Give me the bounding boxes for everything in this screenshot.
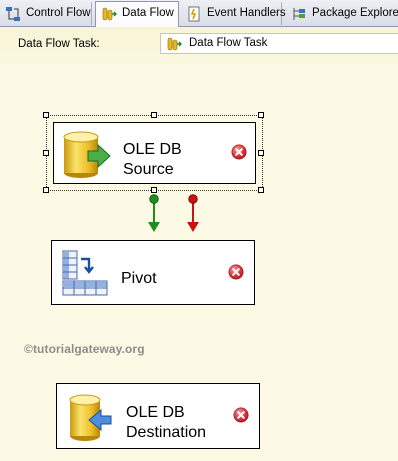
designer-tab-strip: Control Flow Data Flow Event Handlers Pa… [0, 0, 398, 27]
task-selector-bar: Data Flow Task: Data Flow Task [0, 27, 398, 64]
tab-event-handlers[interactable]: Event Handlers [181, 2, 286, 25]
package-explorer-icon [293, 8, 305, 20]
task-selector-label: Data Flow Task: [18, 38, 100, 50]
error-status-icon [228, 264, 244, 280]
tab-label: Data Flow [122, 7, 174, 19]
error-path-arrow[interactable] [187, 194, 199, 232]
component-label: OLE DB Destination [126, 404, 207, 441]
component-label: Pivot [121, 270, 157, 287]
resize-handle[interactable] [43, 187, 49, 193]
resize-handle[interactable] [258, 150, 264, 156]
success-path-arrow[interactable] [148, 194, 160, 232]
data-flow-task-icon [167, 37, 182, 51]
resize-handle[interactable] [43, 150, 49, 156]
ole-db-destination-icon [69, 394, 112, 441]
tab-label: Package Explorer [312, 7, 398, 19]
watermark-text: ©tutorialgateway.org [24, 342, 145, 356]
resize-handle[interactable] [258, 112, 264, 118]
resize-handle[interactable] [258, 187, 264, 193]
tab-data-flow[interactable]: Data Flow [95, 1, 179, 27]
ole-db-source-component[interactable]: OLE DB Source [53, 122, 256, 184]
pivot-transform-icon [62, 250, 108, 296]
task-selector-value: Data Flow Task [189, 37, 268, 49]
tab-label: Control Flow [26, 7, 91, 19]
tab-label: Event Handlers [207, 7, 286, 19]
event-handlers-icon [188, 6, 200, 22]
data-paths [148, 194, 199, 232]
error-status-icon [231, 144, 247, 160]
data-flow-icon [102, 7, 117, 21]
ole-db-destination-component[interactable]: OLE DB Destination [56, 383, 260, 449]
resize-handle[interactable] [43, 112, 49, 118]
tab-package-explorer[interactable]: Package Explorer [286, 2, 398, 25]
ole-db-source-icon [63, 131, 111, 178]
tab-control-flow[interactable]: Control Flow [0, 2, 92, 25]
error-status-icon [233, 407, 249, 423]
data-flow-task-dropdown[interactable]: Data Flow Task [160, 33, 398, 54]
resize-handle[interactable] [151, 112, 157, 118]
pivot-component[interactable]: Pivot [51, 240, 255, 305]
control-flow-icon [6, 7, 20, 21]
component-label: OLE DB Source [123, 141, 182, 178]
